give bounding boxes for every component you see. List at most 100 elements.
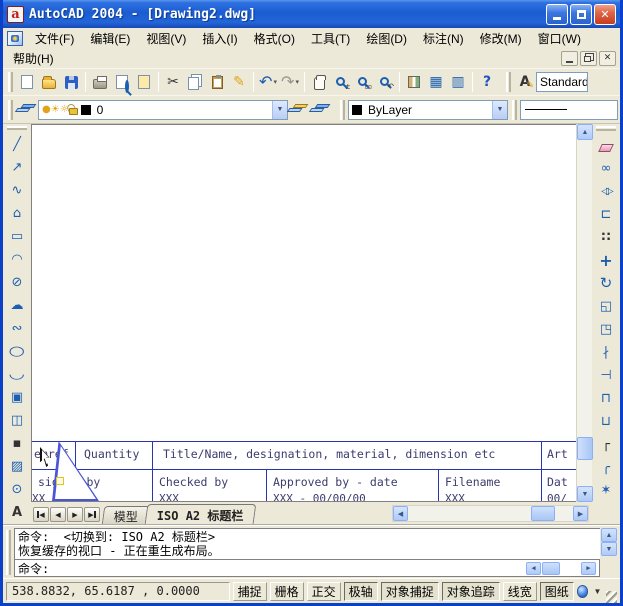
tab-scroll-left-button[interactable]: ◀ bbox=[393, 506, 408, 521]
explode-button[interactable]: ✶ bbox=[594, 479, 618, 502]
mdi-close-button[interactable]: ✕ bbox=[599, 50, 616, 66]
zoom-previous-button[interactable]: ↶ bbox=[374, 71, 396, 93]
hatch-button[interactable]: ▨ bbox=[5, 455, 29, 478]
arc-button[interactable]: ◠ bbox=[5, 248, 29, 271]
new-button[interactable] bbox=[16, 71, 38, 93]
menu-tools[interactable]: 工具(T) bbox=[303, 28, 358, 49]
construction-line-button[interactable]: ↗ bbox=[5, 156, 29, 179]
break-at-point-button[interactable]: ⊓ bbox=[594, 387, 618, 410]
zoom-realtime-button[interactable]: ± bbox=[330, 71, 352, 93]
trim-button[interactable]: ∤ bbox=[594, 341, 618, 364]
resize-grip[interactable] bbox=[606, 591, 617, 603]
scroll-track[interactable] bbox=[577, 140, 592, 486]
communication-center-globe-icon[interactable] bbox=[576, 584, 589, 598]
text-style-button[interactable]: A ✎ bbox=[514, 71, 536, 93]
menu-window[interactable]: 窗口(W) bbox=[530, 28, 589, 49]
cut-button[interactable]: ✂ bbox=[162, 71, 184, 93]
menu-help[interactable]: 帮助(H) bbox=[5, 48, 62, 69]
command-scroll-up-button[interactable]: ▲ bbox=[601, 528, 617, 542]
toolbar-grip[interactable] bbox=[7, 126, 27, 130]
canvas-vertical-scrollbar[interactable]: ▲ ▼ bbox=[576, 124, 593, 502]
grid-toggle[interactable]: 栅格 bbox=[269, 581, 304, 601]
rotate-button[interactable]: ↻ bbox=[594, 272, 618, 295]
toolbar-grip[interactable] bbox=[8, 99, 13, 120]
print-preview-button[interactable] bbox=[111, 71, 133, 93]
ellipse-button[interactable]: ○ bbox=[5, 340, 29, 363]
erase-button[interactable] bbox=[594, 134, 618, 157]
menu-dimension[interactable]: 标注(N) bbox=[415, 28, 472, 49]
pan-button[interactable] bbox=[308, 71, 330, 93]
command-vertical-scrollbar[interactable]: ▲ ▼ bbox=[601, 528, 618, 577]
menu-edit[interactable]: 编辑(E) bbox=[82, 28, 138, 49]
previous-tab-button[interactable]: ◀ bbox=[50, 507, 66, 522]
status-menu-arrow-icon[interactable]: ▼ bbox=[593, 587, 601, 596]
document-icon[interactable] bbox=[7, 30, 23, 46]
otrack-toggle[interactable]: 对象追踪 bbox=[441, 581, 500, 601]
menu-draw[interactable]: 绘图(D) bbox=[358, 28, 415, 49]
menu-view[interactable]: 视图(V) bbox=[138, 28, 194, 49]
scroll-up-button[interactable]: ▲ bbox=[577, 124, 593, 140]
copy-object-button[interactable]: ∞ bbox=[594, 157, 618, 180]
osnap-toggle[interactable]: 对象捕捉 bbox=[380, 581, 439, 601]
extend-button[interactable]: ⊣ bbox=[594, 364, 618, 387]
spline-button[interactable]: ∾ bbox=[5, 317, 29, 340]
scale-button[interactable]: ◱ bbox=[594, 295, 618, 318]
polygon-button[interactable]: ⌂ bbox=[5, 202, 29, 225]
insert-block-button[interactable]: ▣ bbox=[5, 386, 29, 409]
multiline-text-button[interactable]: A bbox=[5, 501, 29, 524]
tab-scroll-thumb[interactable] bbox=[531, 506, 555, 521]
menu-format[interactable]: 格式(O) bbox=[246, 28, 303, 49]
mdi-minimize-button[interactable] bbox=[561, 50, 578, 66]
print-button[interactable] bbox=[89, 71, 111, 93]
color-combo[interactable]: ByLayer ▼ bbox=[348, 99, 508, 120]
paste-button[interactable] bbox=[206, 71, 228, 93]
command-window-grip[interactable] bbox=[6, 530, 11, 575]
region-button[interactable]: ⊙ bbox=[5, 478, 29, 501]
help-button[interactable]: ? bbox=[476, 71, 498, 93]
drawing-canvas[interactable]: emref Quantity Title/Name, designation, … bbox=[31, 124, 576, 502]
array-button[interactable]: ∷ bbox=[594, 226, 618, 249]
layer-previous-button[interactable] bbox=[310, 99, 332, 121]
command-horizontal-scrollbar[interactable]: ◀ ▶ bbox=[526, 561, 596, 575]
ortho-toggle[interactable]: 正交 bbox=[306, 581, 341, 601]
zoom-window-button[interactable]: ▭ bbox=[352, 71, 374, 93]
command-scroll-left-button[interactable]: ◀ bbox=[526, 561, 541, 575]
save-button[interactable] bbox=[60, 71, 82, 93]
layer-combo[interactable]: ● ☀ ☼ 0 ▼ bbox=[38, 99, 288, 120]
title-bar[interactable]: a AutoCAD 2004 - [Drawing2.dwg] ✕ bbox=[3, 0, 620, 28]
stretch-button[interactable]: ◳ bbox=[594, 318, 618, 341]
layer-combo-arrow[interactable]: ▼ bbox=[272, 100, 287, 119]
color-combo-arrow[interactable]: ▼ bbox=[492, 100, 507, 119]
menu-modify[interactable]: 修改(M) bbox=[472, 28, 530, 49]
mirror-button[interactable]: ◁▷ bbox=[594, 180, 618, 203]
scroll-thumb[interactable] bbox=[577, 437, 593, 460]
polyline-button[interactable]: ∿ bbox=[5, 179, 29, 202]
tab-iso-a2-titleblock[interactable]: ISO A2 标题栏 bbox=[144, 504, 256, 524]
undo-button[interactable]: ↶ ▾ bbox=[257, 71, 279, 93]
designcenter-button[interactable]: ▦ bbox=[425, 71, 447, 93]
command-history[interactable]: 命令: <切换到: ISO A2 标题栏> 恢复缓存的视口 - 正在重生成布局。 bbox=[14, 528, 600, 560]
toolbar-grip[interactable] bbox=[512, 99, 517, 120]
command-scroll-thumb[interactable] bbox=[542, 561, 560, 575]
offset-button[interactable]: ⊏ bbox=[594, 203, 618, 226]
tab-scroll-right-button[interactable]: ▶ bbox=[573, 506, 588, 521]
tool-palettes-button[interactable]: ▥ bbox=[447, 71, 469, 93]
last-tab-button[interactable]: ▶ bbox=[84, 507, 100, 522]
tab-model[interactable]: 模型 bbox=[101, 506, 151, 524]
rectangle-button[interactable]: ▭ bbox=[5, 225, 29, 248]
toolbar-grip[interactable] bbox=[506, 72, 511, 92]
polar-toggle[interactable]: 极轴 bbox=[343, 581, 378, 601]
next-tab-button[interactable]: ▶ bbox=[67, 507, 83, 522]
copy-button[interactable] bbox=[184, 71, 206, 93]
chamfer-button[interactable]: ┌ bbox=[594, 433, 618, 456]
text-style-combo[interactable]: Standard bbox=[536, 72, 588, 92]
match-properties-button[interactable]: ✎ bbox=[228, 71, 250, 93]
break-button[interactable]: ⊔ bbox=[594, 410, 618, 433]
revision-cloud-button[interactable]: ☁ bbox=[5, 294, 29, 317]
toolbar-grip[interactable] bbox=[8, 72, 13, 92]
command-scroll-down-button[interactable]: ▼ bbox=[601, 542, 617, 556]
circle-button[interactable]: ⊘ bbox=[5, 271, 29, 294]
command-scroll-right-button[interactable]: ▶ bbox=[581, 561, 596, 575]
publish-button[interactable] bbox=[133, 71, 155, 93]
snap-toggle[interactable]: 捕捉 bbox=[232, 581, 267, 601]
